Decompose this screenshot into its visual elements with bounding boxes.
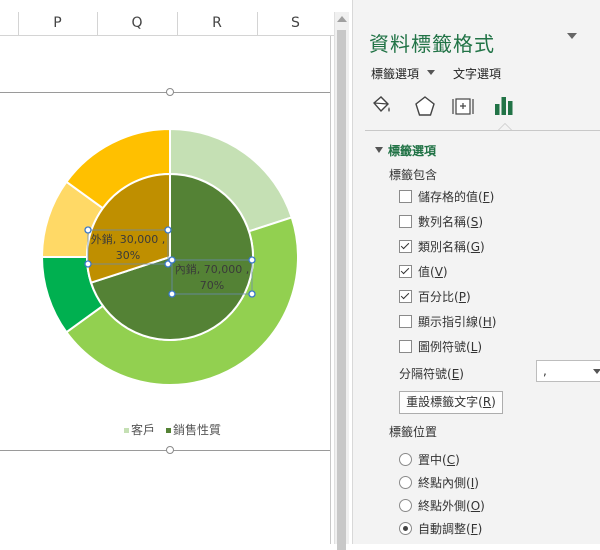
scroll-up-arrow-icon[interactable] (337, 16, 347, 22)
chevron-down-icon (593, 369, 600, 374)
data-label-text[interactable]: 內銷, 70,000 , (175, 262, 249, 276)
chart-area[interactable]: 外銷, 30,000 , 30% 內銷, 70,000 , 70% 客戶 銷售性質 (0, 36, 331, 544)
column-header-p[interactable]: P (18, 12, 98, 35)
column-header-r[interactable]: R (177, 12, 258, 35)
option-label[interactable]: 類別名稱(G) (418, 238, 485, 255)
section-collapse-icon[interactable] (375, 147, 383, 153)
checkbox-checked[interactable] (399, 240, 412, 253)
label-resize-handle[interactable] (84, 260, 92, 268)
option-label[interactable]: 終點內側(I) (418, 474, 479, 491)
scroll-thumb[interactable] (337, 30, 346, 550)
option-label[interactable]: 值(V) (418, 263, 448, 280)
data-label-text[interactable]: 70% (200, 279, 224, 292)
column-header-row: P Q R S (0, 12, 334, 36)
pane-separator (365, 130, 600, 131)
label-resize-handle[interactable] (248, 256, 256, 264)
radio-selected[interactable] (399, 522, 412, 535)
option-label[interactable]: 數列名稱(S) (418, 213, 483, 230)
label-resize-handle[interactable] (168, 290, 176, 298)
tab-dropdown-chevron-icon[interactable] (427, 70, 435, 75)
reset-label-text-button[interactable]: 重設標籤文字(R) (399, 391, 503, 414)
column-header-q[interactable]: Q (97, 12, 178, 35)
legend-swatch[interactable] (124, 428, 129, 433)
fill-bucket-icon[interactable] (369, 94, 393, 118)
radio-unselected[interactable] (399, 453, 412, 466)
vertical-scrollbar[interactable] (334, 12, 349, 550)
legend-label[interactable]: 銷售性質 (173, 422, 221, 437)
option-label[interactable]: 百分比(P) (418, 288, 471, 305)
option-label[interactable]: 圖例符號(L) (418, 338, 482, 355)
spreadsheet-area: P Q R S 外銷, 30,000 , 30% 內銷, 70,000 , 70% 客戶… (0, 0, 334, 544)
option-label[interactable]: 顯示指引線(H) (418, 313, 496, 330)
label-position-heading: 標籤位置 (389, 425, 438, 439)
pentagon-effects-icon[interactable] (413, 94, 437, 118)
label-resize-handle[interactable] (164, 226, 172, 234)
checkbox-unchecked[interactable] (399, 190, 412, 203)
checkbox-checked[interactable] (399, 290, 412, 303)
column-header-partial[interactable] (0, 12, 19, 35)
doughnut-chart[interactable]: 外銷, 30,000 , 30% 內銷, 70,000 , 70% 客戶 銷售性質 (0, 36, 331, 544)
radio-unselected[interactable] (399, 499, 412, 512)
active-tab-pointer (498, 123, 512, 130)
legend-swatch[interactable] (166, 428, 171, 433)
size-properties-icon[interactable] (451, 94, 475, 118)
option-label[interactable]: 置中(C) (418, 451, 460, 468)
format-data-labels-pane: 資料標籤格式 標籤選項 文字選項 標籤選項 標籤包含 儲存格的值(F) 數列名稱( (352, 0, 600, 544)
data-label-text[interactable]: 30% (116, 249, 140, 262)
checkbox-checked[interactable] (399, 265, 412, 278)
option-label[interactable]: 終點外側(O) (418, 497, 485, 514)
separator-dropdown[interactable]: , (536, 360, 600, 382)
pane-options-chevron-icon[interactable] (567, 33, 577, 39)
checkbox-unchecked[interactable] (399, 315, 412, 328)
label-resize-handle[interactable] (248, 290, 256, 298)
checkbox-unchecked[interactable] (399, 340, 412, 353)
tab-text-options[interactable]: 文字選項 (453, 65, 501, 82)
pane-title: 資料標籤格式 (369, 32, 495, 56)
label-contains-heading: 標籤包含 (389, 168, 438, 182)
data-label-text[interactable]: 外銷, 30,000 , (91, 232, 165, 246)
checkbox-unchecked[interactable] (399, 215, 412, 228)
column-header-s[interactable]: S (257, 12, 334, 35)
separator-label: 分隔符號(E) (399, 367, 464, 381)
option-label[interactable]: 儲存格的值(F) (418, 188, 494, 205)
tab-label-options[interactable]: 標籤選項 (371, 65, 419, 82)
bar-chart-options-icon[interactable] (492, 94, 516, 118)
separator-value: , (543, 364, 547, 378)
option-label[interactable]: 自動調整(F) (418, 520, 482, 537)
radio-unselected[interactable] (399, 476, 412, 489)
section-title-label-options[interactable]: 標籤選項 (388, 142, 436, 159)
legend-label[interactable]: 客戶 (131, 422, 155, 437)
